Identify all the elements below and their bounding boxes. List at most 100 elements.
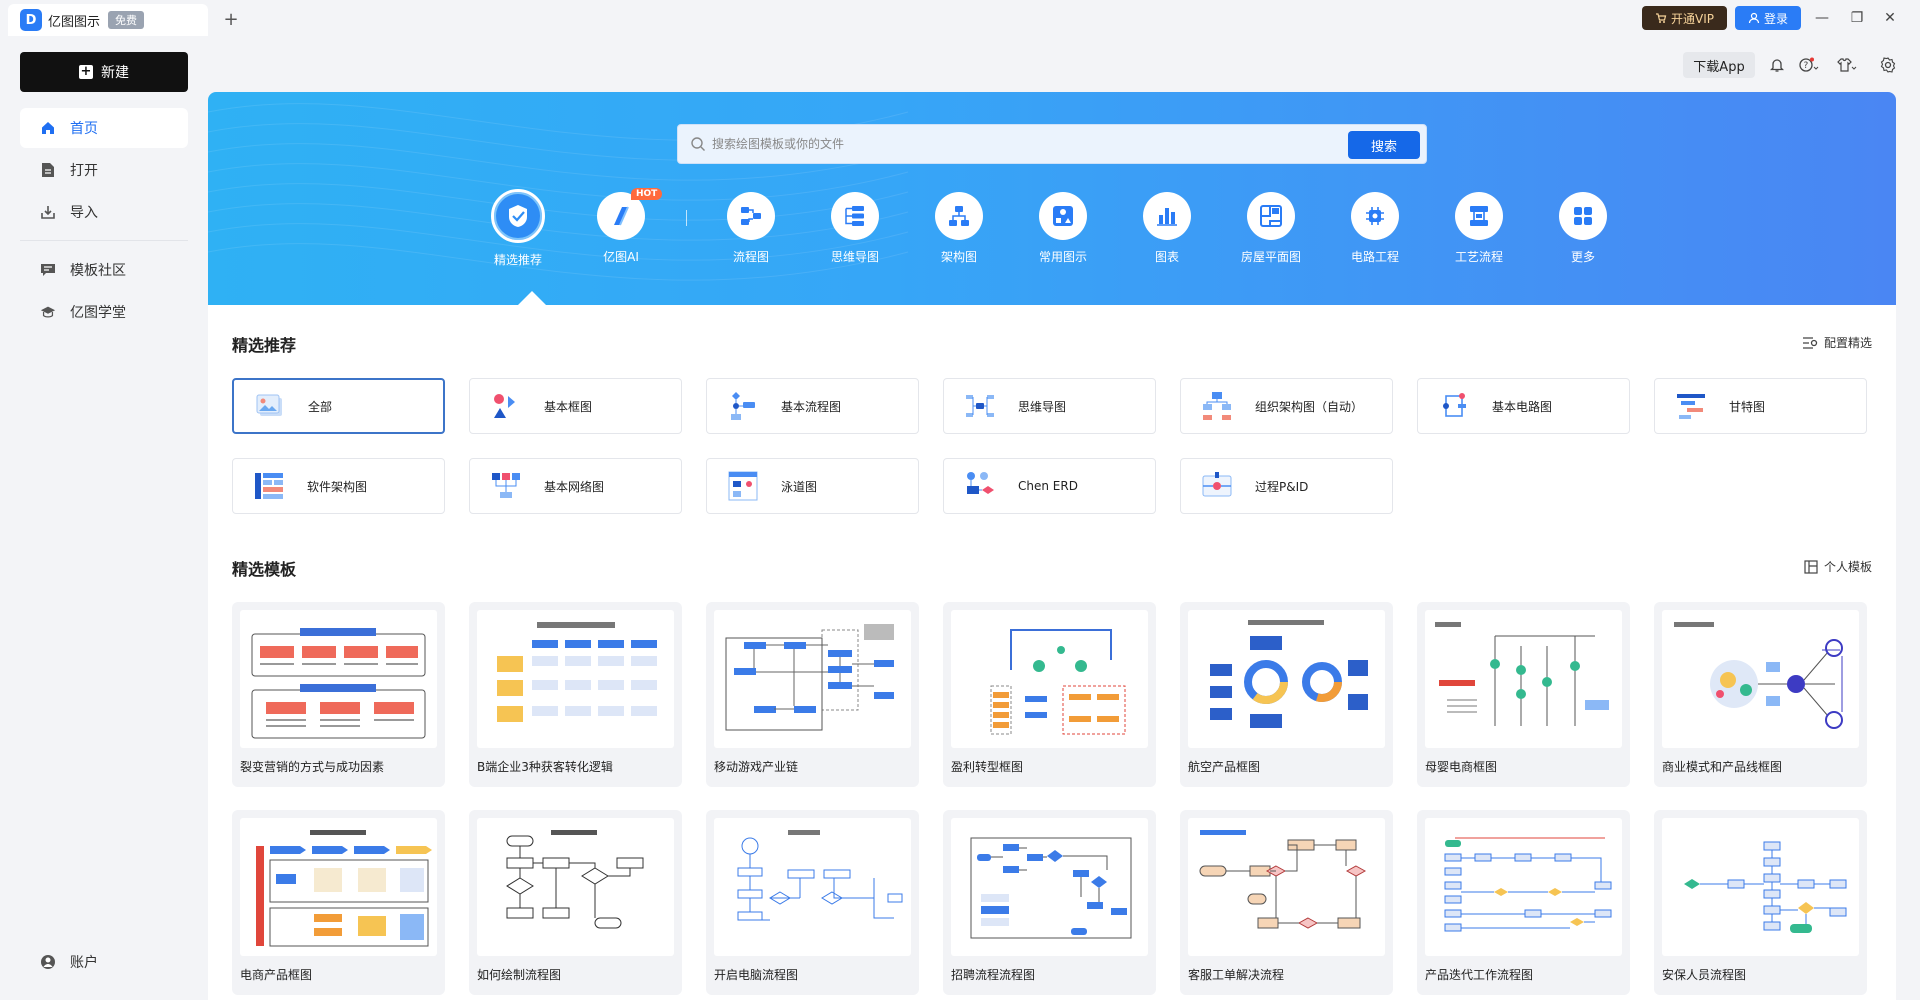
sidebar-item-academy[interactable]: 亿图学堂 — [20, 292, 188, 332]
sidebar-item-home[interactable]: 首页 — [20, 108, 188, 148]
sidebar-item-label: 导入 — [70, 205, 98, 221]
type-card-basic-flowchart[interactable]: 基本流程图 — [706, 378, 919, 434]
category-label: 流程图 — [732, 250, 769, 264]
main-panel: 搜索 精选推荐 HOT 亿图AI 流程图 思维导图 — [208, 92, 1896, 1000]
basic-block-icon — [494, 394, 515, 418]
template-label: 移动游戏产业链 — [714, 760, 799, 774]
personal-templates-button[interactable]: 个人模板 — [1804, 558, 1872, 575]
account-icon — [40, 954, 56, 970]
category-ai[interactable]: HOT 亿图AI — [569, 188, 673, 265]
basic-flowchart-icon — [731, 392, 755, 420]
new-button[interactable]: + 新建 — [20, 52, 188, 92]
floorplan-icon — [1247, 192, 1295, 240]
circuit-icon — [1351, 192, 1399, 240]
template-card[interactable]: B端企业3种获客转化逻辑 — [469, 602, 682, 787]
import-icon — [40, 204, 56, 220]
category-flowchart[interactable]: 流程图 — [699, 192, 803, 265]
template-card[interactable]: 安保人员流程图 — [1654, 810, 1867, 995]
network-icon — [492, 473, 520, 498]
download-app-button[interactable]: 下载App — [1683, 52, 1755, 78]
category-featured[interactable]: 精选推荐 — [466, 189, 570, 268]
type-card-software-arch[interactable]: 软件架构图 — [232, 458, 445, 514]
template-card[interactable]: 如何绘制流程图 — [469, 810, 682, 995]
vip-button[interactable]: 开通VIP — [1642, 6, 1727, 30]
minimize-icon[interactable]: — — [1810, 6, 1834, 30]
template-card[interactable]: 招聘流程流程图 — [943, 810, 1156, 995]
template-card[interactable]: 航空产品框图 — [1180, 602, 1393, 787]
template-thumbnail — [1425, 818, 1622, 956]
search-box[interactable]: 搜索 — [677, 124, 1427, 164]
type-card-all[interactable]: 全部 — [232, 378, 445, 434]
type-label: 软件架构图 — [307, 479, 368, 494]
template-card[interactable]: 移动游戏产业链 — [706, 602, 919, 787]
template-card[interactable]: 客服工单解决流程 — [1180, 810, 1393, 995]
type-card-basic-block[interactable]: 基本框图 — [469, 378, 682, 434]
template-thumbnail — [951, 818, 1148, 956]
sidebar-item-open[interactable]: 打开 — [20, 150, 188, 190]
sidebar-item-community[interactable]: 模板社区 — [20, 250, 188, 290]
type-card-gantt[interactable]: 甘特图 — [1654, 378, 1867, 434]
category-architecture[interactable]: 架构图 — [907, 192, 1011, 265]
swimlane-icon — [728, 471, 758, 501]
type-label: 基本框图 — [544, 399, 593, 414]
personal-templates-label: 个人模板 — [1823, 560, 1872, 574]
template-thumbnail — [240, 610, 437, 748]
template-label: B端企业3种获客转化逻辑 — [477, 760, 613, 774]
template-thumbnail — [1425, 610, 1622, 748]
template-card[interactable]: 裂变营销的方式与成功因素 — [232, 602, 445, 787]
templates-title: 精选模板 — [232, 560, 297, 579]
template-label: 开启电脑流程图 — [714, 968, 799, 982]
type-card-basic-circuit[interactable]: 基本电路图 — [1417, 378, 1630, 434]
category-circuit[interactable]: 电路工程 — [1323, 192, 1427, 265]
type-card-chen-erd[interactable]: Chen ERD — [943, 458, 1156, 514]
template-card[interactable]: 产品迭代工作流程图 — [1417, 810, 1630, 995]
app-logo-icon: D — [20, 9, 42, 31]
category-more[interactable]: 更多 — [1531, 192, 1635, 265]
template-card[interactable]: 商业模式和产品线框图 — [1654, 602, 1867, 787]
help-icon[interactable]: ? — [1798, 54, 1820, 76]
category-floorplan[interactable]: 房屋平面图 — [1219, 192, 1323, 265]
settings-icon[interactable] — [1877, 54, 1899, 76]
template-card[interactable]: 盈利转型框图 — [943, 602, 1156, 787]
file-icon — [40, 162, 56, 178]
login-button[interactable]: 登录 — [1735, 6, 1801, 30]
architecture-icon — [935, 192, 983, 240]
bell-icon[interactable] — [1766, 54, 1788, 76]
sidebar-item-label: 亿图学堂 — [70, 305, 126, 321]
search-input[interactable] — [712, 137, 1426, 151]
type-card-swimlane[interactable]: 泳道图 — [706, 458, 919, 514]
configure-featured-button[interactable]: 配置精选 — [1802, 334, 1872, 351]
close-icon[interactable]: ✕ — [1878, 6, 1902, 30]
category-label: 架构图 — [940, 250, 977, 264]
template-thumbnail — [1662, 818, 1859, 956]
category-chart[interactable]: 图表 — [1115, 192, 1219, 265]
erd-icon — [967, 472, 994, 494]
sidebar-item-import[interactable]: 导入 — [20, 192, 188, 232]
category-process[interactable]: 工艺流程 — [1427, 192, 1531, 265]
category-common[interactable]: 常用图示 — [1011, 192, 1115, 265]
document-tab[interactable]: D 亿图图示 免费 — [8, 4, 208, 36]
template-card[interactable]: 电商产品框图 — [232, 810, 445, 995]
template-thumbnail — [1188, 818, 1385, 956]
type-label: 基本网络图 — [544, 479, 605, 494]
category-mindmap[interactable]: 思维导图 — [803, 192, 907, 265]
type-card-orgchart[interactable]: 组织架构图（自动） — [1180, 378, 1393, 434]
type-card-mindmap[interactable]: 思维导图 — [943, 378, 1156, 434]
template-label: 母婴电商框图 — [1425, 760, 1498, 774]
category-label: 工艺流程 — [1454, 250, 1503, 264]
type-card-pid[interactable]: 过程P&ID — [1180, 458, 1393, 514]
restore-icon[interactable]: ❐ — [1845, 6, 1869, 30]
search-button[interactable]: 搜索 — [1348, 131, 1420, 159]
template-card[interactable]: 母婴电商框图 — [1417, 602, 1630, 787]
sidebar-item-label: 账户 — [70, 955, 98, 971]
sidebar-item-account[interactable]: 账户 — [20, 942, 188, 982]
shirt-icon[interactable] — [1836, 54, 1858, 76]
add-tab-button[interactable]: + — [218, 6, 244, 32]
search-icon — [691, 137, 705, 151]
new-label: 新建 — [101, 65, 129, 81]
plus-icon: + — [79, 64, 93, 79]
category-separator — [686, 210, 687, 226]
template-thumbnail — [477, 818, 674, 956]
type-card-network[interactable]: 基本网络图 — [469, 458, 682, 514]
template-card[interactable]: 开启电脑流程图 — [706, 810, 919, 995]
